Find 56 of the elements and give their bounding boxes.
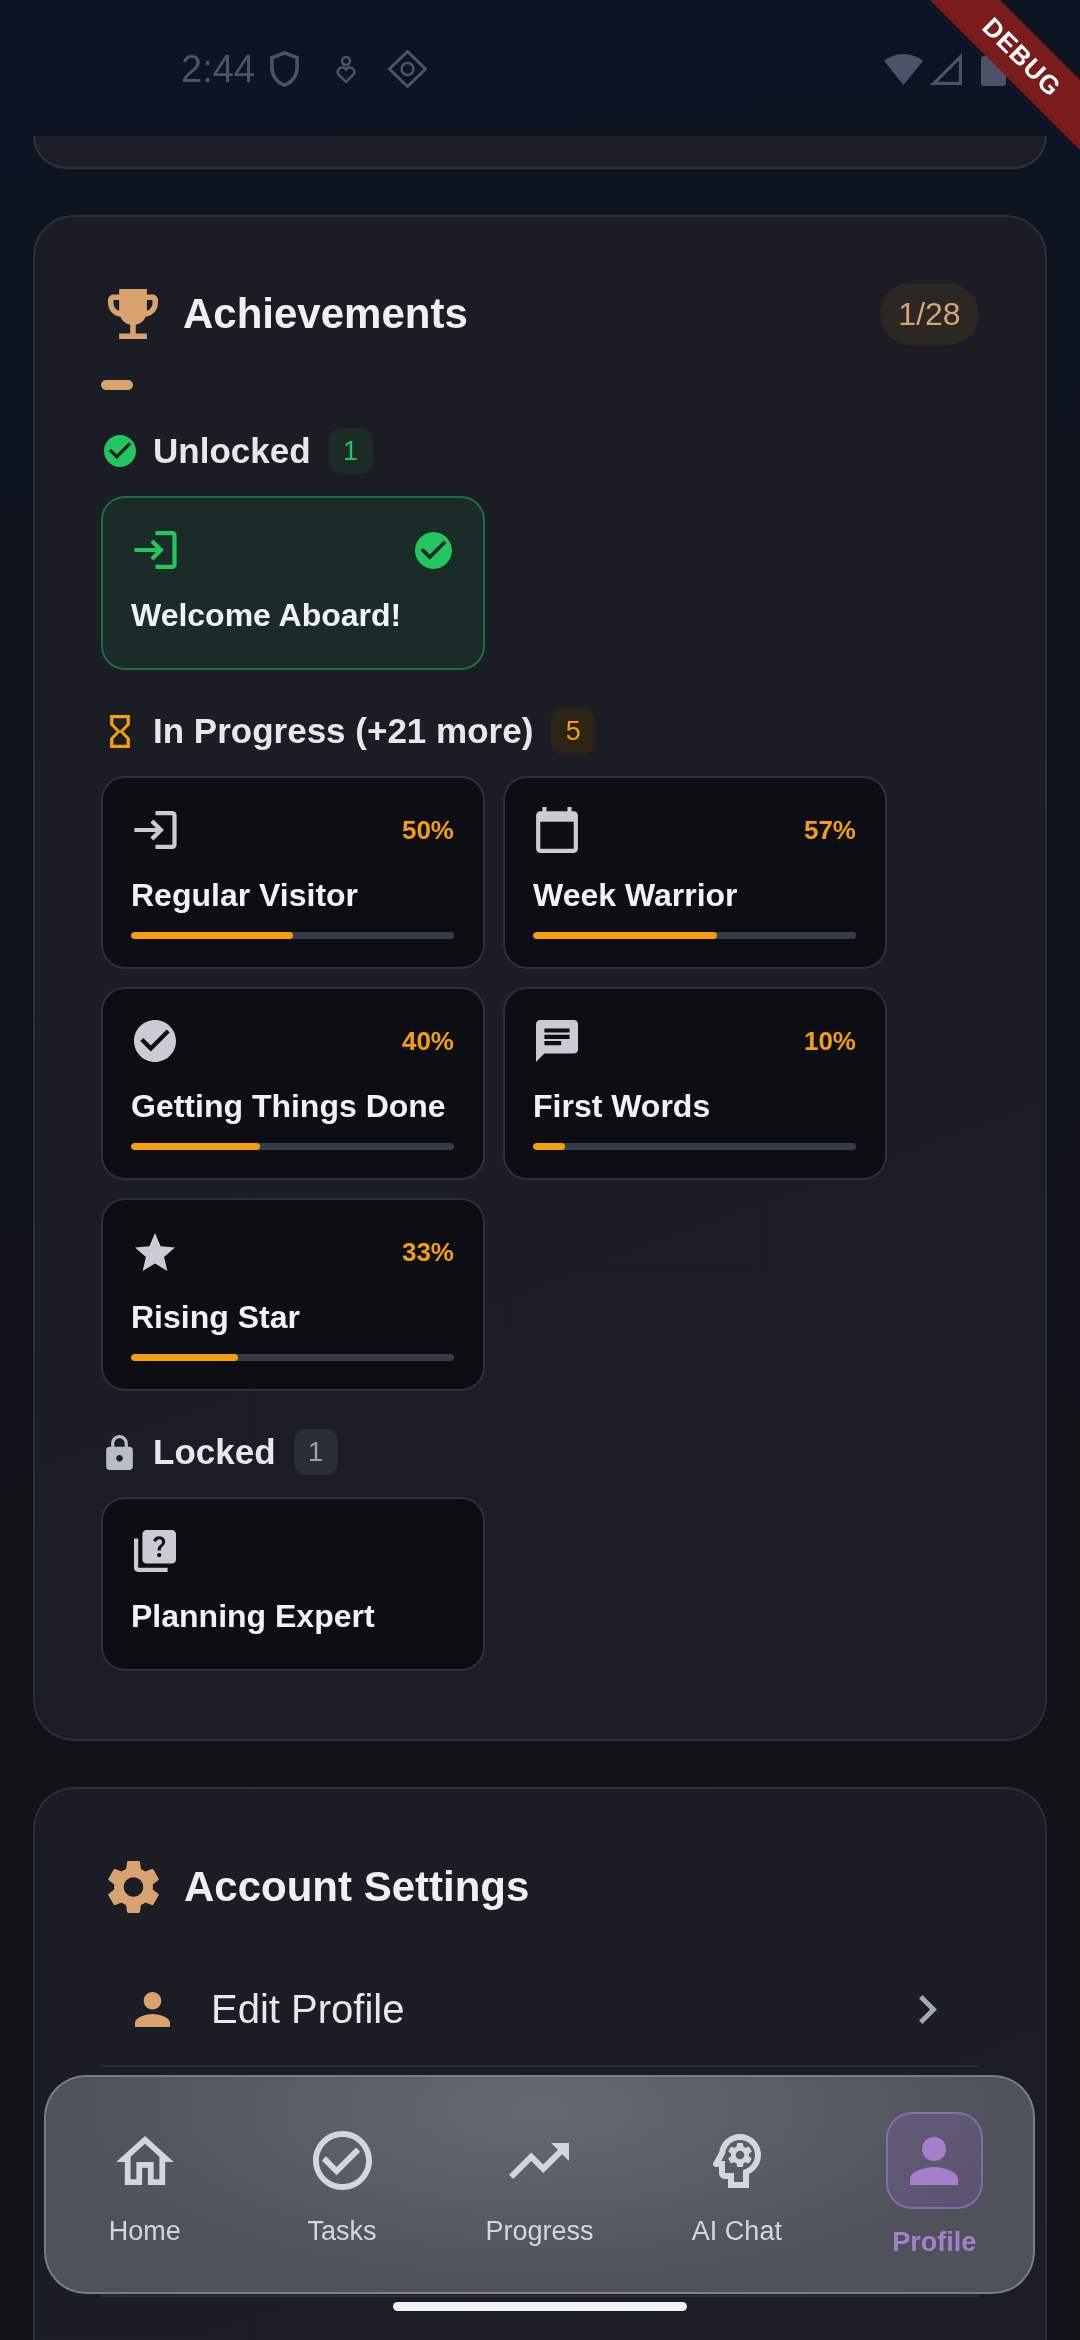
person-icon: [135, 1991, 170, 2027]
count-badge: 1: [328, 428, 373, 474]
achievement-card[interactable]: 33% Rising Star: [101, 1198, 485, 1391]
percent-label: 50%: [401, 815, 454, 845]
group-label: In Progress (+21 more): [153, 711, 534, 751]
nav-tab[interactable]: AI Chat: [638, 2077, 836, 2292]
achievement-title: Planning Expert: [131, 1597, 376, 1635]
section-heading: Account Settings: [184, 1862, 530, 1912]
settings-icon: [107, 1860, 160, 1914]
percent-label: 33%: [401, 1237, 454, 1267]
person-icon: [910, 2136, 959, 2185]
calendar-icon: [536, 807, 578, 853]
achievement-card[interactable]: 57% Week Warrior: [503, 776, 887, 969]
trending-up-icon: [509, 2142, 570, 2179]
wifi-icon: [884, 53, 923, 85]
signal-icon: [930, 53, 962, 85]
shield-icon: [269, 51, 299, 87]
percent-label: 40%: [401, 1026, 454, 1056]
achievement-title: Welcome Aboard!: [131, 596, 403, 634]
achievement-title: First Words: [533, 1087, 712, 1125]
chat-bubble-icon: [536, 1020, 578, 1062]
section-heading: Achievements: [183, 289, 468, 339]
achievement-title: Regular Visitor: [131, 876, 360, 914]
nav-tab[interactable]: Progress: [440, 2077, 639, 2292]
count-badge: 5: [551, 708, 596, 754]
title-underline: [101, 380, 133, 390]
person-heart-icon: [334, 55, 357, 83]
login-icon: [134, 811, 177, 849]
menu-item[interactable]: Edit Profile: [101, 1963, 979, 2055]
status-time: 2:44: [181, 47, 255, 91]
nav-tab[interactable]: Home: [46, 2077, 244, 2292]
question-pages-icon: [134, 1530, 176, 1572]
trophy-icon: [108, 289, 158, 339]
achievement-title: Rising Star: [131, 1298, 301, 1336]
home-icon: [115, 2136, 174, 2185]
achievement-card[interactable]: Planning Expert: [101, 1497, 485, 1671]
achievement-card[interactable]: 50% Regular Visitor: [101, 776, 485, 969]
achievement-title: Week Warrior: [533, 876, 739, 914]
group-label: Unlocked: [153, 431, 311, 471]
achievement-card[interactable]: 10% First Words: [503, 987, 887, 1180]
count-badge: 1/28: [880, 283, 979, 345]
percent-label: 57%: [803, 815, 856, 845]
count-badge: 1: [293, 1429, 338, 1475]
nav-tab[interactable]: Tasks: [243, 2077, 441, 2292]
diamond-icon: [387, 50, 427, 88]
achievement-card[interactable]: 40% Getting Things Done: [101, 987, 485, 1180]
star-icon: [135, 1233, 175, 1271]
achievement-title: Getting Things Done: [131, 1087, 447, 1125]
hourglass-icon: [109, 714, 130, 748]
percent-label: 10%: [803, 1026, 856, 1056]
achievement-card[interactable]: Welcome Aboard!: [101, 496, 485, 670]
lock-icon: [106, 1434, 133, 1470]
head-gear-icon: [712, 2133, 761, 2188]
login-icon: [134, 531, 177, 569]
chevron-right-icon: [919, 1994, 937, 2024]
group-label: Locked: [153, 1432, 276, 1472]
